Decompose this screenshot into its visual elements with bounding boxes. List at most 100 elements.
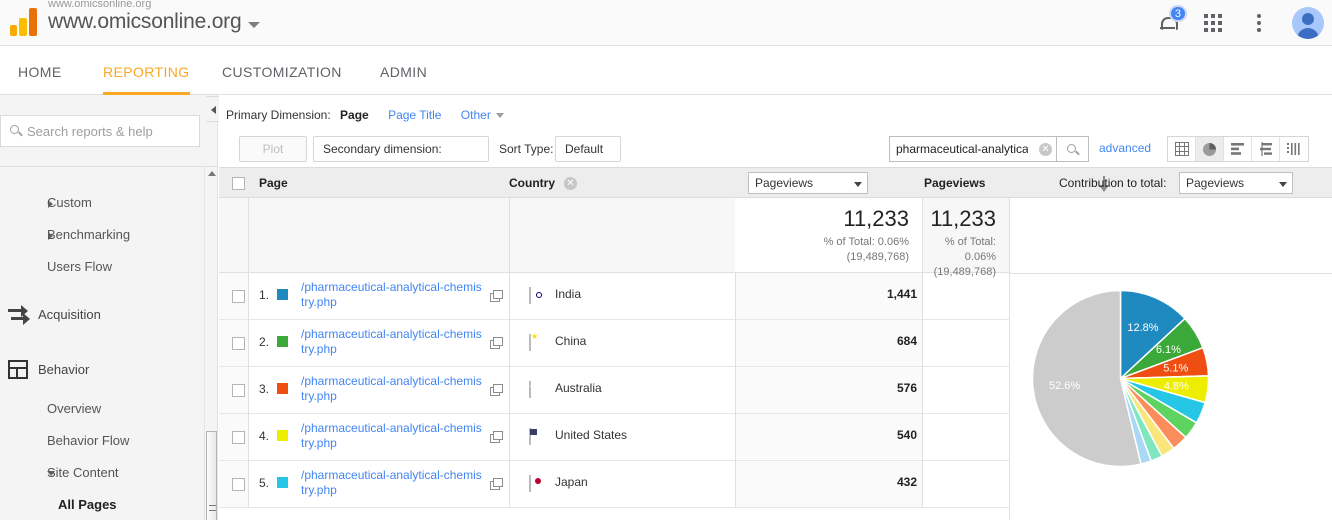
table-search-input[interactable] <box>896 137 1028 161</box>
primary-dimension-row: Primary Dimension: Page Page Title Other <box>226 108 504 122</box>
secondary-dimension-button[interactable]: Secondary dimension: Country <box>313 136 489 180</box>
table-search-box[interactable]: ✕ <box>889 136 1057 162</box>
row-checkbox[interactable] <box>232 290 245 303</box>
scrollbar-thumb[interactable] <box>206 431 217 520</box>
sidebar-item-custom[interactable]: Custom <box>0 187 208 219</box>
row-checkbox[interactable] <box>232 384 245 397</box>
sidebar-item-all-pages[interactable]: All Pages <box>0 489 208 520</box>
apps-grid-button[interactable] <box>1200 10 1226 36</box>
column-header-pageviews[interactable]: Pageviews <box>924 168 985 198</box>
search-icon <box>1067 144 1076 153</box>
open-in-new-icon[interactable] <box>490 337 503 349</box>
contribution-select-value: Pageviews <box>1186 176 1245 190</box>
remove-secondary-dimension-icon[interactable]: ✕ <box>564 177 577 190</box>
sort-type-button[interactable]: Default <box>555 136 621 177</box>
table-header: Page Country ✕ Pageviews Pageviews Contr… <box>219 167 1332 198</box>
notifications-button[interactable]: 3 <box>1154 5 1187 36</box>
total-pageviews-absolute: (19,489,768) <box>846 251 909 263</box>
open-in-new-icon[interactable] <box>490 478 503 490</box>
tab-customization[interactable]: CUSTOMIZATION <box>222 46 342 95</box>
contribution-select[interactable]: Pageviews <box>1179 172 1293 194</box>
total-contribution-percent: % of Total: 0.06% <box>944 236 996 263</box>
vertical-dots-icon <box>1257 14 1261 32</box>
sidebar-item-overview[interactable]: Overview <box>0 393 208 425</box>
row-page-link[interactable]: /pharmaceutical-analytical-chemistry.php <box>301 468 485 498</box>
row-checkbox[interactable] <box>232 431 245 444</box>
primary-dimension-label: Primary Dimension: <box>226 108 331 122</box>
sidebar-item-users-flow[interactable]: Users Flow <box>0 251 208 283</box>
advanced-link[interactable]: advanced <box>1099 141 1151 155</box>
total-contribution-cell: 11,233 % of Total: 0.06% (19,489,768) <box>922 198 1009 278</box>
sidebar-item-behavior[interactable]: Behavior <box>0 354 208 386</box>
row-color-swatch <box>277 336 288 347</box>
sidebar-scrollbar[interactable] <box>204 167 217 520</box>
scroll-up-arrow-icon[interactable] <box>208 171 216 176</box>
row-country: China <box>555 334 587 348</box>
row-pageviews: 576 <box>896 381 917 395</box>
pie-panel-divider <box>1010 273 1332 274</box>
select-all-checkbox[interactable] <box>232 177 245 190</box>
column-header-country[interactable]: Country <box>509 168 555 198</box>
row-number: 3. <box>259 382 270 396</box>
sidebar-search[interactable] <box>0 115 200 147</box>
pie-slice-label: 6.1% <box>1156 344 1181 356</box>
performance-view-icon[interactable] <box>1252 137 1280 161</box>
sidebar-item-acquisition[interactable]: Acquisition <box>0 299 208 331</box>
primary-dimension-other[interactable]: Other <box>461 108 491 122</box>
country-flag-icon <box>529 334 531 351</box>
pivot-view-icon[interactable] <box>1280 137 1308 161</box>
tab-admin[interactable]: ADMIN <box>380 46 427 95</box>
row-checkbox[interactable] <box>232 478 245 491</box>
row-country: Japan <box>555 475 588 489</box>
total-pageviews-percent: % of Total: 0.06% <box>823 236 909 248</box>
open-in-new-icon[interactable] <box>490 431 503 443</box>
sidebar-item-benchmarking[interactable]: Benchmarking <box>0 219 208 251</box>
apps-grid-icon <box>1204 14 1222 32</box>
main-panel: Primary Dimension: Page Page Title Other… <box>219 95 1332 520</box>
sidebar-item-label: Behavior <box>38 362 90 377</box>
top-bar-icons: 3 <box>1154 0 1324 46</box>
row-pageviews: 1,441 <box>886 287 917 301</box>
sort-type-label: Sort Type: <box>499 142 554 156</box>
row-country: India <box>555 287 582 301</box>
plot-rows-button[interactable]: Plot Rows <box>239 136 307 180</box>
sidebar: Custom Benchmarking Users Flow Acquisiti… <box>0 95 218 520</box>
more-options-button[interactable] <box>1246 10 1272 36</box>
tab-home[interactable]: HOME <box>18 46 62 95</box>
primary-dimension-page-title[interactable]: Page Title <box>388 108 441 122</box>
pie-chart-view-icon[interactable] <box>1196 137 1224 161</box>
account-switcher-chevron-down-icon[interactable] <box>248 22 260 28</box>
contribution-label: Contribution to total: <box>1059 176 1167 190</box>
row-page-link[interactable]: /pharmaceutical-analytical-chemistry.php <box>301 280 485 310</box>
search-input[interactable] <box>27 116 195 146</box>
row-page-link[interactable]: /pharmaceutical-analytical-chemistry.php <box>301 327 485 357</box>
total-pageviews-cell: 11,233 % of Total: 0.06% (19,489,768) <box>735 198 922 272</box>
sidebar-item-site-content[interactable]: Site Content <box>0 457 208 489</box>
open-in-new-icon[interactable] <box>490 290 503 302</box>
sidebar-item-label: Overview <box>47 401 102 416</box>
country-flag-icon <box>529 381 531 398</box>
bar-chart-view-icon[interactable] <box>1224 137 1252 161</box>
metric-select-value: Pageviews <box>755 176 814 190</box>
row-page-link[interactable]: /pharmaceutical-analytical-chemistry.php <box>301 374 485 404</box>
row-color-swatch <box>277 289 288 300</box>
row-country: United States <box>555 428 628 442</box>
primary-dimension-page[interactable]: Page <box>340 108 369 122</box>
avatar[interactable] <box>1292 7 1324 39</box>
sidebar-item-behavior-flow[interactable]: Behavior Flow <box>0 425 208 457</box>
column-header-page[interactable]: Page <box>259 168 288 198</box>
chevron-down-icon[interactable] <box>495 113 504 119</box>
table-search-button[interactable] <box>1057 136 1089 162</box>
contribution-pie-chart[interactable]: 12.8% 6.1% 5.1% 4.8% 52.6% <box>1028 286 1213 471</box>
tab-reporting[interactable]: REPORTING <box>103 46 190 95</box>
pie-slice-label: 52.6% <box>1049 380 1080 392</box>
table-view-icon[interactable] <box>1168 137 1196 161</box>
open-in-new-icon[interactable] <box>490 384 503 396</box>
total-contribution-value: 11,233 <box>930 206 996 231</box>
row-page-link[interactable]: /pharmaceutical-analytical-chemistry.php <box>301 421 485 451</box>
scrollbar-grip-icon <box>209 505 216 511</box>
clear-search-icon[interactable]: ✕ <box>1039 143 1052 156</box>
metric-select[interactable]: Pageviews <box>748 172 868 194</box>
row-checkbox[interactable] <box>232 337 245 350</box>
sidebar-item-label: Site Content <box>47 465 119 480</box>
